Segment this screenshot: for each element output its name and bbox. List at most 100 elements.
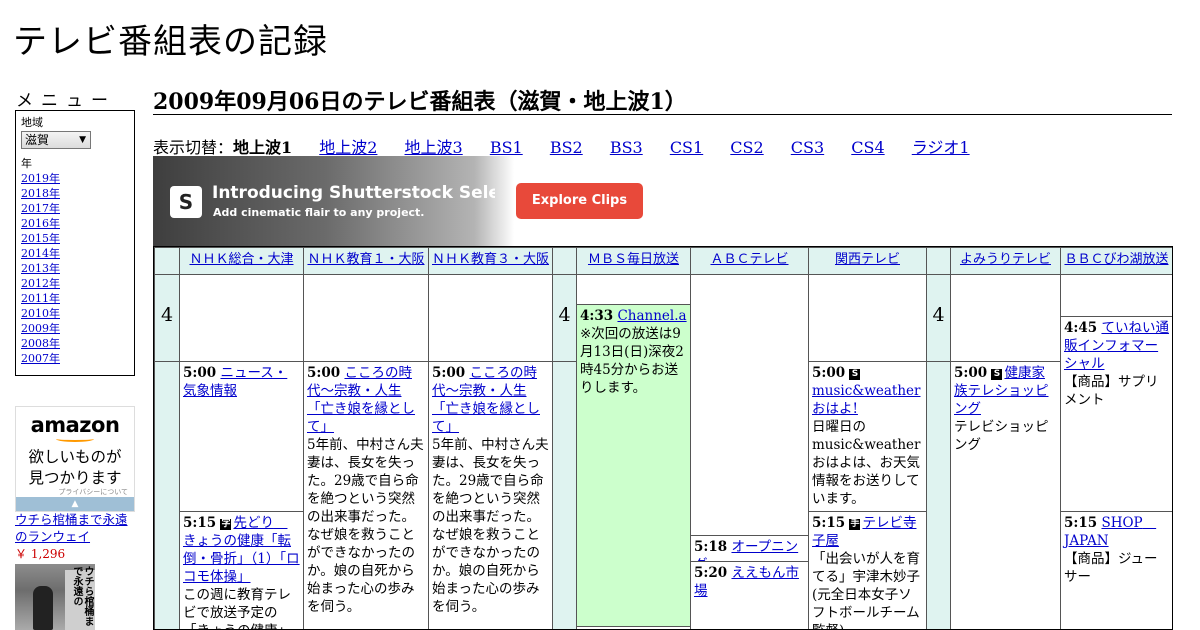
program-time: 5:15 [183,515,217,531]
year-link-2007[interactable]: 2007年 [21,351,129,366]
program-cell: 5:00 こころの時代～宗教・人生「亡き娘を縁として」 5年前、中村さん夫妻は、長… [303,361,429,629]
channel-header: よみうりテレビ [950,247,1061,275]
program-description: ※次回の放送は9月13日(日)深夜2時45分からお送りします。 [580,326,684,396]
channel-link-bbc[interactable]: ＢＢＣびわ湖放送 [1064,252,1168,267]
year-link-2011[interactable]: 2011年 [21,291,129,306]
hour-column [552,361,577,629]
program-cell: 5:00 S 健康家族テレショッピング テレビショッピング [950,361,1061,629]
year-link-2012[interactable]: 2012年 [21,276,129,291]
channel-header: 関西テレビ [808,247,927,275]
switcher-label: 表示切替： [153,138,234,157]
privacy-link[interactable]: プライバシーについて [58,487,128,497]
page-heading: 2009年09月06日のテレビ番組表（滋賀・地上波1） [153,84,1172,115]
program-description: この週に教育テレビで放送予定の「きょうの健康」 [183,587,291,629]
switch-link-bs1[interactable]: BS1 [490,138,523,157]
program-cell: 4:33 Channel.a ※次回の放送は9月13日(日)深夜2時45分からお送… [576,304,691,627]
year-link-2019[interactable]: 2019年 [21,171,129,186]
program-title-link[interactable]: Channel.a [617,308,686,324]
menu-box: 地域 滋賀 ▼ 年 2019年 2018年 2017年 2016年 2015年 2… [15,110,135,376]
switch-link-cs3[interactable]: CS3 [791,138,824,157]
shutterstock-logo-icon: S [170,186,202,218]
empty-slot [576,274,691,305]
year-link-2013[interactable]: 2013年 [21,261,129,276]
program-cell: 5:15 SHOP JAPAN 【商品】ジューサー [1060,511,1172,629]
amazon-smile-icon [56,436,94,442]
switch-link-cs2[interactable]: CS2 [730,138,763,157]
year-link-2018[interactable]: 2018年 [21,186,129,201]
view-switcher: 表示切替：地上波1 地上波2 地上波3 BS1 BS2 BS3 CS1 CS2 … [153,134,970,158]
hour-label: 4 [926,274,951,362]
switcher-current: 地上波1 [233,138,293,157]
switch-link-bs2[interactable]: BS2 [550,138,583,157]
empty-slot [1060,274,1172,317]
program-description: 5年前、中村さん夫妻は、長女を失った。29歳で自ら命を絶つという突然の出来事だっ… [432,437,549,615]
dropdown-arrow-icon: ▼ [79,135,86,145]
channel-link-mbs[interactable]: ＭＢＳ毎日放送 [588,252,679,267]
program-time: 4:45 [1064,320,1098,336]
banner-subline: Add cinematic flair to any project. [213,206,425,219]
year-link-2016[interactable]: 2016年 [21,216,129,231]
program-title-link[interactable]: music&weatherおはよ! [812,383,920,417]
amazon-tagline-line-1: 欲しいものが [28,448,122,466]
product-title-link[interactable]: ウチら棺桶まで永遠のランウェイ [15,511,139,545]
channel-link-abc[interactable]: ＡＢＣテレビ [710,252,788,267]
amazon-ad[interactable]: amazon 欲しいものが 見つかります プライバシーについて ▲ [15,406,135,512]
program-cell: 5:18 オープニング [690,535,809,562]
shutterstock-banner[interactable]: S Introducing Shutterstock Select Add ci… [153,156,648,246]
program-time: 5:20 [694,565,728,581]
region-select[interactable]: 滋賀 ▼ [21,131,91,149]
switch-link-bs3[interactable]: BS3 [610,138,643,157]
explore-clips-button[interactable]: Explore Clips [516,183,643,219]
channel-link-nhk-edu1[interactable]: ＮＨＫ教育１・大阪 [307,252,424,267]
banner-headline: Introducing Shutterstock Select [212,183,495,203]
channel-header: ＮＨＫ総合・大津 [179,247,304,275]
program-time: 5:00 [812,365,846,381]
caption-icon: 字 [220,519,232,530]
year-list: 2019年 2018年 2017年 2016年 2015年 2014年 2013… [21,171,129,366]
empty-slot [950,274,1061,362]
channel-link-nhk-sogo[interactable]: ＮＨＫ総合・大津 [189,252,293,267]
year-link-2015[interactable]: 2015年 [21,231,129,246]
product-image-text: ウチら棺桶まで永遠の [71,566,93,626]
channel-link-ktv[interactable]: 関西テレビ [835,252,900,267]
switch-link-cs1[interactable]: CS1 [670,138,703,157]
switch-link-terrestrial-2[interactable]: 地上波2 [319,138,377,157]
program-cell: 5:00 Smusic&weatherおはよ! 日曜日のmusic&weather… [808,361,927,512]
switch-link-radio1[interactable]: ラジオ1 [912,138,970,157]
program-time: 5:00 [954,365,988,381]
empty-slot [303,274,429,362]
program-cell: 4:45 ていねい通販インフォマーシャル 【商品】サプリメント [1060,316,1172,512]
year-link-2014[interactable]: 2014年 [21,246,129,261]
channel-link-nhk-edu3[interactable]: ＮＨＫ教育３・大阪 [432,252,549,267]
switch-link-terrestrial-3[interactable]: 地上波3 [405,138,463,157]
hour-label: 4 [154,274,180,362]
channel-header: ＭＢＳ毎日放送 [576,247,691,275]
year-link-2008[interactable]: 2008年 [21,336,129,351]
program-time: 4:33 [580,308,614,324]
hour-label: 4 [552,274,577,362]
hour-column [154,361,180,629]
switch-link-cs4[interactable]: CS4 [851,138,884,157]
program-time: 5:00 [183,365,217,381]
year-link-2010[interactable]: 2010年 [21,306,129,321]
hour-column [926,361,951,629]
chevron-up-icon: ▲ [71,499,79,509]
empty-slot [179,274,304,362]
product-image[interactable]: ウチら棺桶まで永遠の [15,564,95,630]
channel-header: ＮＨＫ教育１・大阪 [303,247,429,275]
program-cell: 5:15 手テレビ寺子屋 「出会いが人を育てる」宇津木妙子(元全日本女子ソフトボー… [808,511,927,629]
region-select-value: 滋賀 [25,133,50,147]
program-description: 5年前、中村さん夫妻は、長女を失った。29歳で自ら命を絶つという突然の出来事だっ… [307,437,424,615]
program-time: 5:15 [812,515,846,531]
year-link-2009[interactable]: 2009年 [21,321,129,336]
empty-slot [690,274,809,536]
year-link-2017[interactable]: 2017年 [21,201,129,216]
amazon-tagline-line-2: 見つかります [28,469,122,487]
program-time: 5:00 [432,365,466,381]
channel-link-ytv[interactable]: よみうりテレビ [960,252,1051,267]
schedule-grid: ＮＨＫ総合・大津 ＮＨＫ教育１・大阪 ＮＨＫ教育３・大阪 ＭＢＳ毎日放送 ＡＢＣ… [153,246,1173,630]
ad-collapse-bar[interactable]: ▲ [16,497,134,511]
amazon-tagline: 欲しいものが 見つかります [16,447,134,489]
program-cell: 5:20 ええもん市場 [690,561,809,629]
channel-header: ＡＢＣテレビ [690,247,809,275]
